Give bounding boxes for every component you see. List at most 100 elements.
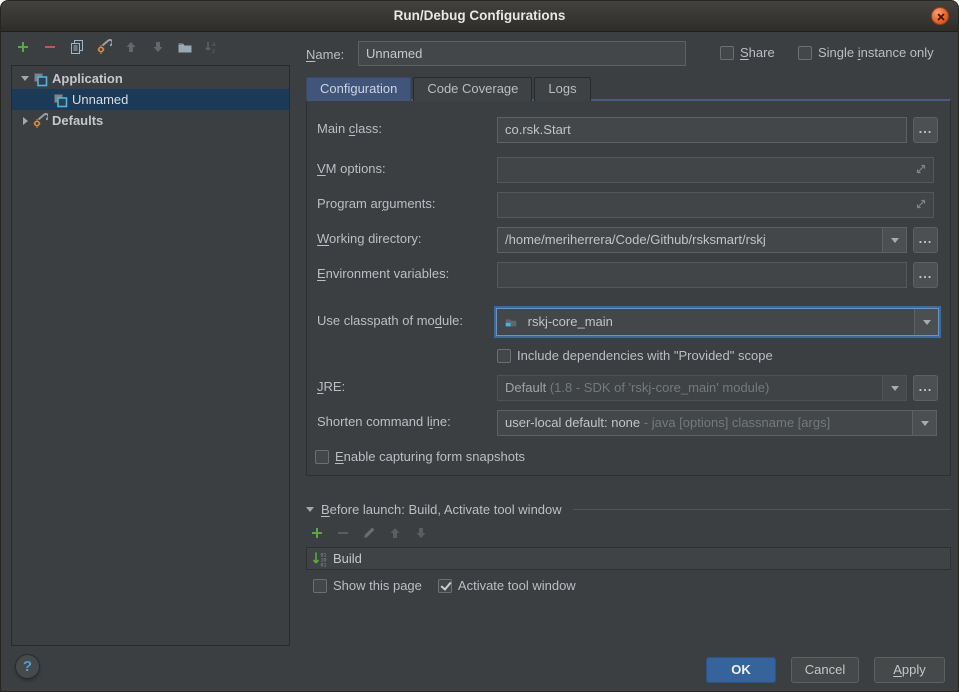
- edit-defaults-icon[interactable]: [96, 39, 112, 55]
- close-button[interactable]: [931, 7, 949, 25]
- vm-options-label: VM options:: [317, 161, 386, 176]
- tree-group-defaults[interactable]: Defaults: [12, 110, 289, 131]
- show-this-page-checkbox[interactable]: Show this page: [313, 578, 422, 593]
- new-folder-icon[interactable]: [177, 39, 193, 55]
- main-class-field[interactable]: co.rsk.Start: [497, 117, 907, 143]
- name-input[interactable]: [358, 41, 686, 66]
- remove-icon[interactable]: [335, 525, 351, 541]
- jre-browse-button[interactable]: ...: [913, 375, 938, 401]
- remove-icon[interactable]: [42, 39, 58, 55]
- classpath-module-label: Use classpath of module:: [317, 313, 463, 328]
- expand-arrow-icon[interactable]: [18, 76, 32, 81]
- cancel-button[interactable]: Cancel: [791, 657, 859, 683]
- before-launch-task-build[interactable]: 01 10 01 Build: [307, 548, 950, 569]
- add-icon[interactable]: [15, 39, 31, 55]
- move-down-icon[interactable]: [413, 525, 429, 541]
- configuration-tab-panel: Main class: co.rsk.Start ... VM options:…: [306, 99, 951, 476]
- combo-dropdown-button[interactable]: [912, 411, 936, 435]
- capture-snapshots-label: Enable capturing form snapshots: [335, 449, 525, 464]
- program-arguments-field[interactable]: [497, 192, 934, 218]
- tree-item-label: Unnamed: [72, 92, 128, 107]
- run-debug-configurations-dialog: Run/Debug Configurations az Application …: [0, 0, 959, 692]
- environment-variables-browse-button[interactable]: ...: [913, 262, 938, 288]
- add-icon[interactable]: [309, 525, 325, 541]
- tab-logs[interactable]: Logs: [534, 77, 590, 101]
- tab-code-coverage[interactable]: Code Coverage: [413, 77, 532, 101]
- combo-dropdown-button[interactable]: [914, 309, 938, 335]
- configurations-toolbar: az: [15, 39, 220, 55]
- before-launch-task-list: 01 10 01 Build: [306, 547, 951, 570]
- expand-field-icon[interactable]: [914, 162, 928, 176]
- tree-group-label: Application: [52, 71, 123, 86]
- application-icon: [32, 71, 48, 87]
- move-up-icon[interactable]: [123, 39, 139, 55]
- jre-label: JRE:: [317, 379, 345, 394]
- activate-tool-window-checkbox[interactable]: Activate tool window: [438, 578, 576, 593]
- single-instance-label: Single instance only: [818, 45, 934, 60]
- activate-tool-window-label: Activate tool window: [458, 578, 576, 593]
- working-directory-browse-button[interactable]: ...: [913, 227, 938, 253]
- environment-variables-field[interactable]: [497, 262, 907, 288]
- main-class-browse-button[interactable]: ...: [913, 117, 938, 143]
- collapse-arrow-icon[interactable]: [18, 117, 32, 125]
- single-instance-checkbox[interactable]: Single instance only: [798, 45, 934, 60]
- task-label: Build: [333, 551, 362, 566]
- combo-dropdown-button[interactable]: [882, 376, 906, 400]
- titlebar: Run/Debug Configurations: [1, 1, 958, 32]
- before-launch-toolbar: [309, 525, 429, 541]
- section-collapse-icon: [306, 507, 314, 512]
- help-button[interactable]: ?: [15, 654, 40, 679]
- tab-configuration[interactable]: Configuration: [306, 77, 411, 101]
- expand-field-icon[interactable]: [914, 197, 928, 211]
- sort-alpha-icon[interactable]: az: [204, 39, 220, 55]
- apply-button[interactable]: Apply: [874, 657, 945, 683]
- settings-tabs: Configuration Code Coverage Logs: [306, 77, 593, 101]
- vm-options-field[interactable]: [497, 157, 934, 183]
- include-provided-checkbox[interactable]: Include dependencies with "Provided" sco…: [497, 348, 773, 363]
- checkbox-icon: [798, 46, 812, 60]
- before-launch-options: Show this page Activate tool window: [313, 578, 576, 593]
- include-provided-label: Include dependencies with "Provided" sco…: [517, 348, 773, 363]
- show-this-page-label: Show this page: [333, 578, 422, 593]
- move-up-icon[interactable]: [387, 525, 403, 541]
- jre-combo[interactable]: Default (1.8 - SDK of 'rskj-core_main' m…: [497, 375, 907, 401]
- svg-text:a: a: [212, 41, 216, 48]
- build-icon: 01 10 01: [312, 551, 328, 567]
- before-launch-header[interactable]: Before launch: Build, Activate tool wind…: [306, 502, 951, 517]
- settings-wrench-icon: [32, 113, 48, 129]
- before-launch-title: Before launch: Build, Activate tool wind…: [321, 502, 562, 517]
- working-directory-combo[interactable]: /home/meriherrera/Code/Github/rsksmart/r…: [497, 227, 907, 253]
- main-class-label: Main class:: [317, 121, 382, 136]
- svg-text:01: 01: [321, 562, 327, 567]
- ok-button[interactable]: OK: [706, 657, 776, 683]
- configurations-tree: Application Unnamed Defaults: [11, 65, 290, 646]
- checkbox-icon: [720, 46, 734, 60]
- share-checkbox[interactable]: Share: [720, 45, 775, 60]
- shorten-command-line-combo[interactable]: user-local default: none - java [options…: [497, 410, 937, 436]
- share-label: Share: [740, 45, 775, 60]
- chevron-down-icon: [891, 238, 899, 243]
- edit-icon[interactable]: [361, 525, 377, 541]
- chevron-down-icon: [891, 386, 899, 391]
- svg-text:z: z: [212, 48, 215, 55]
- checkbox-icon: [497, 349, 511, 363]
- tree-item-unnamed[interactable]: Unnamed: [12, 89, 289, 110]
- classpath-module-combo[interactable]: rskj-core_main: [496, 308, 939, 336]
- copy-icon[interactable]: [69, 39, 85, 55]
- combo-dropdown-button[interactable]: [882, 228, 906, 252]
- application-icon: [52, 92, 68, 108]
- environment-variables-label: Environment variables:: [317, 266, 449, 281]
- tree-group-application[interactable]: Application: [12, 68, 289, 89]
- name-label: Name:: [306, 47, 344, 62]
- window-title: Run/Debug Configurations: [394, 8, 566, 23]
- program-arguments-label: Program arguments:: [317, 196, 436, 211]
- shorten-command-line-label: Shorten command line:: [317, 414, 451, 429]
- checkbox-icon: [313, 579, 327, 593]
- checkbox-checked-icon: [438, 579, 452, 593]
- tree-group-label: Defaults: [52, 113, 103, 128]
- capture-snapshots-checkbox[interactable]: Enable capturing form snapshots: [315, 449, 525, 464]
- working-directory-label: Working directory:: [317, 231, 422, 246]
- module-icon: [504, 315, 518, 329]
- chevron-down-icon: [923, 320, 931, 325]
- move-down-icon[interactable]: [150, 39, 166, 55]
